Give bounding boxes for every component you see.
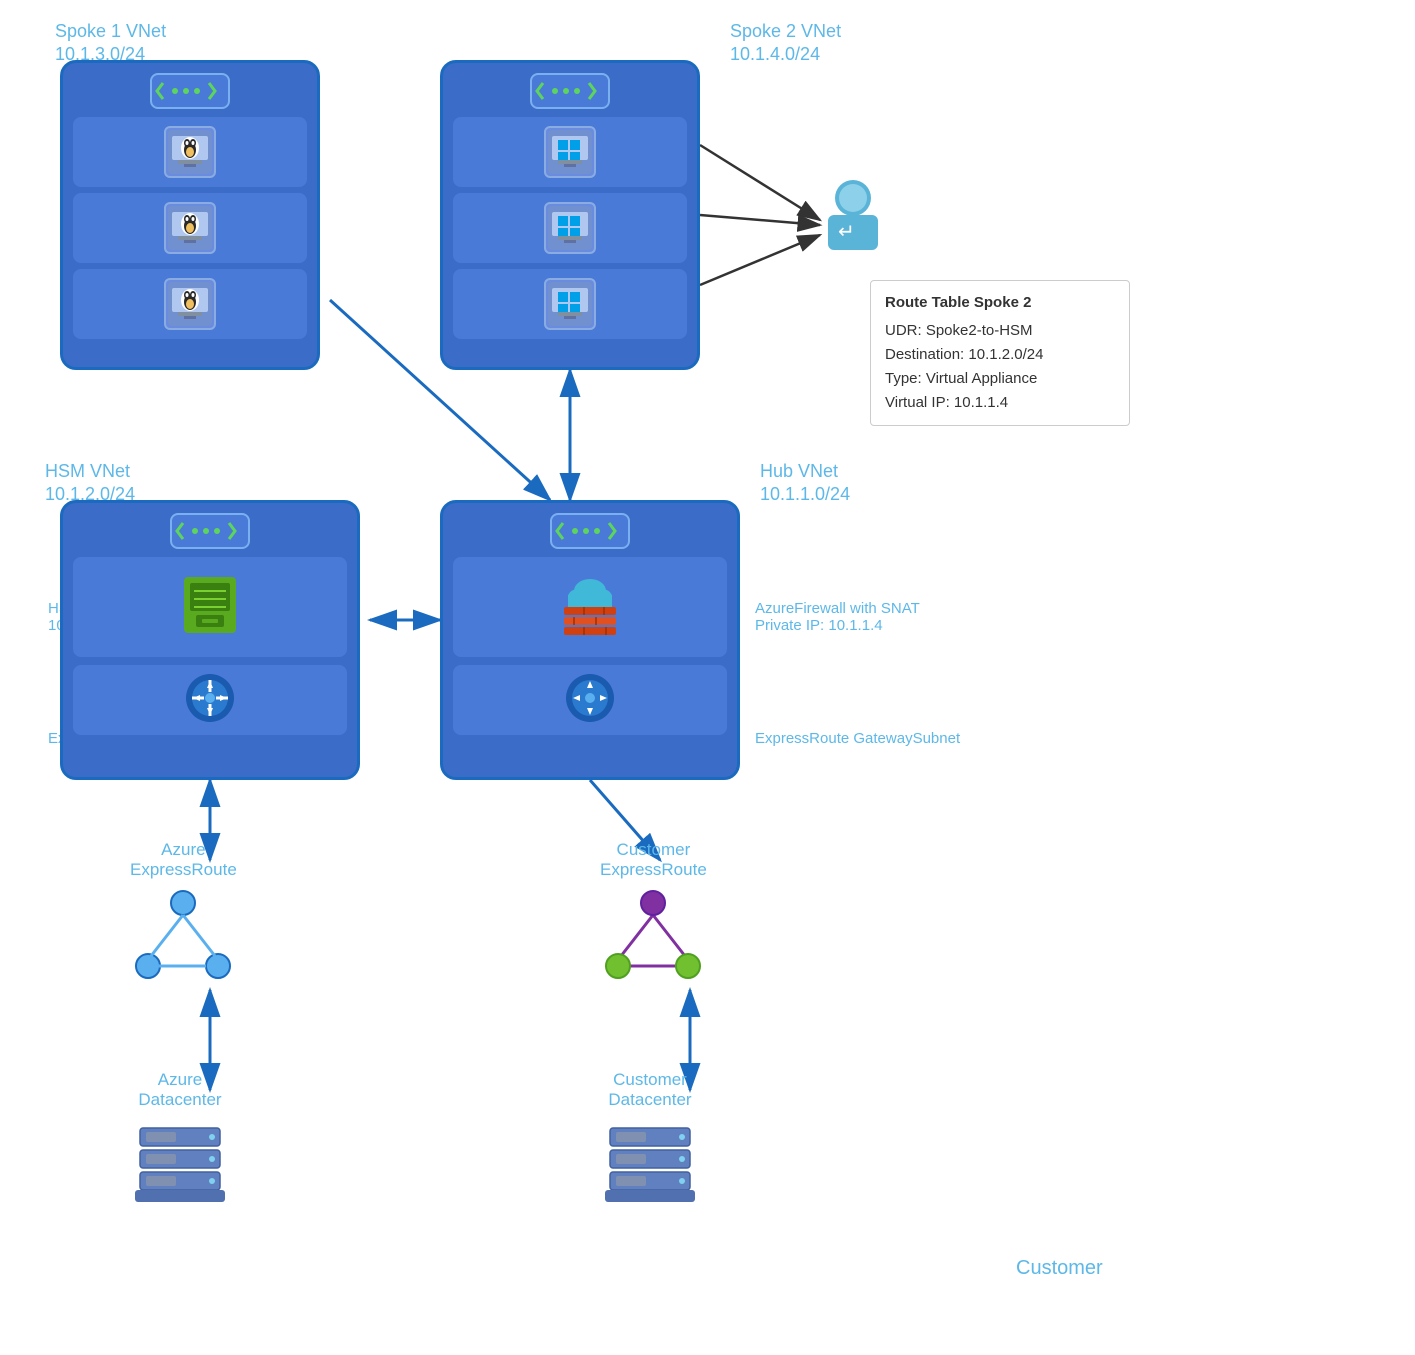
azure-dc-label: Azure Datacenter xyxy=(138,1070,221,1109)
user-icon: ↵ xyxy=(820,170,900,265)
customer-datacenter: Customer Datacenter xyxy=(600,1070,700,1213)
spoke1-dots-icon xyxy=(150,73,230,109)
diagram-container: Spoke 1 VNet 10.1.3.0/24 xyxy=(0,0,1415,1355)
hsm-gw-row xyxy=(73,665,347,735)
customer-label: Customer xyxy=(1016,1257,1103,1280)
windows-vm1-icon xyxy=(544,126,596,178)
hub-firewall-row xyxy=(453,557,727,657)
spoke1-vm2-row xyxy=(73,193,307,263)
azure-er-label: Azure ExpressRoute xyxy=(130,840,237,879)
hub-vnet-box xyxy=(440,500,740,780)
route-table-udr: UDR: Spoke2-to-HSM xyxy=(885,319,1115,343)
firewall-icon xyxy=(554,569,626,646)
customer-dc-label: Customer Datacenter xyxy=(608,1070,691,1109)
customer-er-icon xyxy=(603,888,703,988)
route-table-title: Route Table Spoke 2 xyxy=(885,291,1115,315)
spoke1-vnet-box xyxy=(60,60,320,370)
route-table-box: Route Table Spoke 2 UDR: Spoke2-to-HSM D… xyxy=(870,280,1130,426)
spoke2-vnet-label: Spoke 2 VNet 10.1.4.0/24 xyxy=(730,20,841,67)
customer-er-label: Customer ExpressRoute xyxy=(600,840,707,879)
windows-vm2-icon xyxy=(544,202,596,254)
azure-dc-icon xyxy=(130,1118,230,1208)
route-table-vip: Virtual IP: 10.1.1.4 xyxy=(885,391,1115,415)
svg-text:↵: ↵ xyxy=(838,221,855,243)
hsm-vnet-box xyxy=(60,500,360,780)
hub-er-gw-label: ExpressRoute GatewaySubnet xyxy=(755,730,960,747)
route-table-type: Type: Virtual Appliance xyxy=(885,367,1115,391)
hsm-device-row xyxy=(73,557,347,657)
hub-gw-row xyxy=(453,665,727,735)
hub-vnet-label: Hub VNet 10.1.1.0/24 xyxy=(760,460,850,507)
spoke2-vm3-row xyxy=(453,269,687,339)
hub-gw-icon xyxy=(564,672,616,729)
azure-datacenter: Azure Datacenter xyxy=(130,1070,230,1213)
azure-expressroute: Azure ExpressRoute xyxy=(130,840,237,993)
windows-vm3-icon xyxy=(544,278,596,330)
customer-expressroute: Customer ExpressRoute xyxy=(600,840,707,993)
linux-vm2-icon xyxy=(164,202,216,254)
route-table-destination: Destination: 10.1.2.0/24 xyxy=(885,343,1115,367)
hub-firewall-label: AzureFirewall with SNAT Private IP: 10.1… xyxy=(755,600,920,634)
hsm-device-icon xyxy=(174,569,246,646)
spoke2-vnet-box xyxy=(440,60,700,370)
hub-dots-icon xyxy=(550,513,630,549)
spoke1-vm3-row xyxy=(73,269,307,339)
hsm-gw-icon xyxy=(184,672,236,729)
spoke2-dots-icon xyxy=(530,73,610,109)
spoke2-vm1-row xyxy=(453,117,687,187)
hsm-dots-icon xyxy=(170,513,250,549)
linux-vm1-icon xyxy=(164,126,216,178)
spoke2-vm2-row xyxy=(453,193,687,263)
linux-vm3-icon xyxy=(164,278,216,330)
azure-er-icon xyxy=(133,888,233,988)
customer-dc-icon xyxy=(600,1118,700,1208)
spoke1-vm1-row xyxy=(73,117,307,187)
